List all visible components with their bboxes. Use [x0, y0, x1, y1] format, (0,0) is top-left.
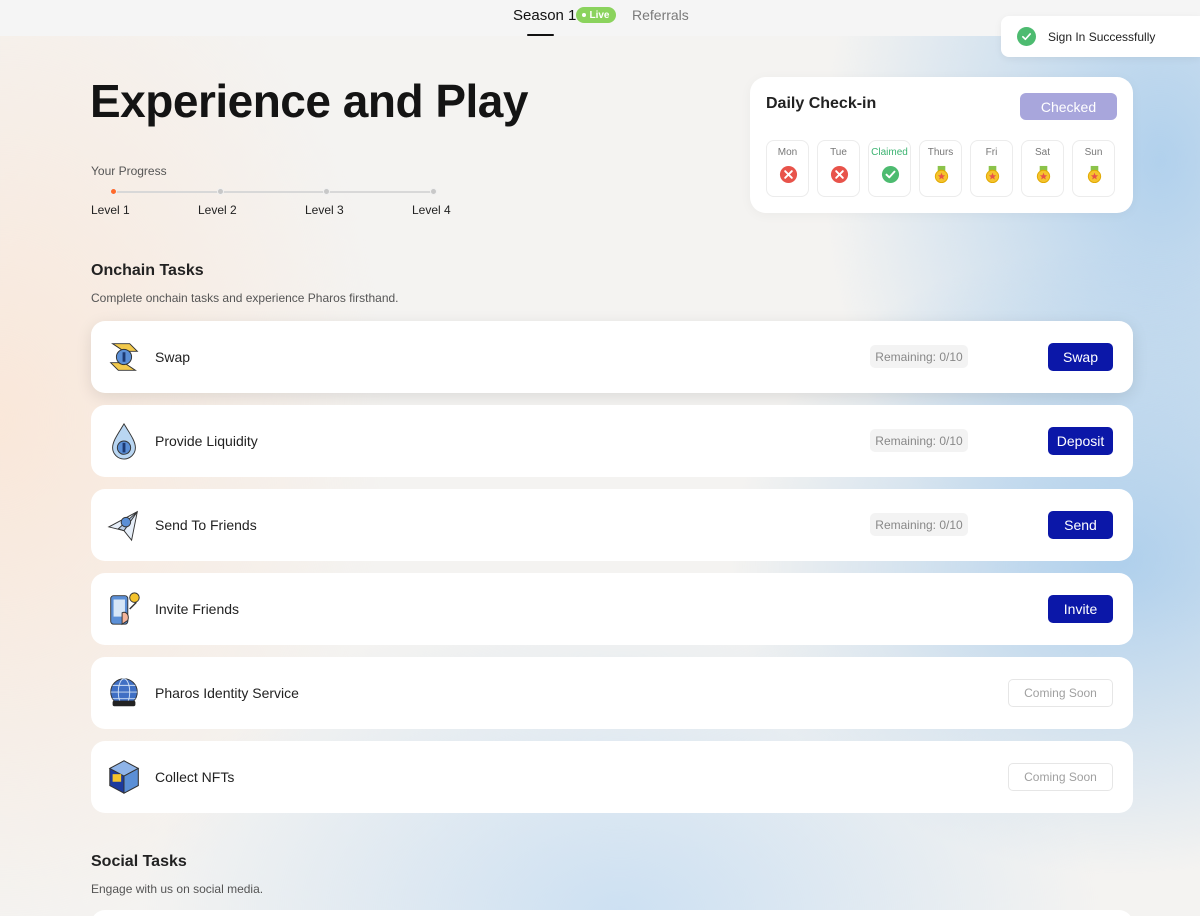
medal-icon — [1036, 165, 1051, 184]
live-badge-label: Live — [589, 9, 610, 21]
missed-x-icon — [779, 165, 798, 184]
onchain-tasks-title: Onchain Tasks — [91, 262, 204, 279]
progress-track — [113, 191, 434, 193]
day-label: Thurs — [927, 147, 954, 158]
missed-x-icon — [830, 165, 849, 184]
task-card-provide-liquidity: Provide Liquidity Remaining: 0/10 Deposi… — [91, 405, 1133, 477]
check-circle-icon — [1017, 27, 1036, 46]
task-remaining: Remaining: 0/10 — [870, 513, 968, 536]
task-card-swap: Swap Remaining: 0/10 Swap — [91, 321, 1133, 393]
toast-message: Sign In Successfully — [1048, 29, 1156, 44]
day-cell-tue: Tue — [817, 140, 860, 197]
social-tasks-subtitle: Engage with us on social media. — [91, 882, 264, 896]
tab-referrals[interactable]: Referrals — [632, 7, 689, 23]
coming-soon-button[interactable]: Coming Soon — [1008, 679, 1113, 707]
progress-dot-level-4 — [430, 188, 437, 195]
progress-label: Your Progress — [91, 164, 167, 178]
day-label: Claimed — [871, 147, 908, 158]
swap-icon — [109, 343, 139, 371]
task-card-collect-nfts: Collect NFTs Coming Soon — [91, 741, 1133, 813]
day-label: Tue — [830, 147, 847, 158]
day-cell-fri: Fri — [970, 140, 1013, 197]
page-title: Experience and Play — [90, 75, 528, 127]
coming-soon-button[interactable]: Coming Soon — [1008, 763, 1113, 791]
task-name: Pharos Identity Service — [155, 685, 299, 701]
onchain-tasks-subtitle: Complete onchain tasks and experience Ph… — [91, 291, 399, 305]
send-button[interactable]: Send — [1048, 511, 1113, 539]
task-name: Send To Friends — [155, 517, 257, 533]
medal-icon — [934, 165, 949, 184]
task-remaining: Remaining: 0/10 — [870, 429, 968, 452]
level-label: Level 1 — [91, 203, 130, 217]
task-name: Collect NFTs — [155, 769, 235, 785]
day-label: Mon — [777, 147, 798, 158]
task-card-pharos-identity-service: Pharos Identity Service Coming Soon — [91, 657, 1133, 729]
day-label: Fri — [985, 147, 998, 158]
active-tab-underline — [527, 34, 554, 36]
task-remaining: Remaining: 0/10 — [870, 345, 968, 368]
task-card-send-to-friends: Send To Friends Remaining: 0/10 Send — [91, 489, 1133, 561]
day-label: Sun — [1084, 147, 1103, 158]
day-cell-sun: Sun — [1072, 140, 1115, 197]
live-badge: Live — [576, 7, 616, 23]
live-dot-icon — [582, 13, 587, 17]
globe-identity-icon — [110, 678, 138, 707]
progress-dot-level-2 — [217, 188, 224, 195]
task-name: Provide Liquidity — [155, 433, 258, 449]
task-name: Invite Friends — [155, 601, 240, 617]
day-label: Sat — [1034, 147, 1050, 158]
checked-button[interactable]: Checked — [1020, 93, 1117, 120]
level-label: Level 3 — [305, 203, 344, 217]
level-label: Level 4 — [412, 203, 451, 217]
progress-dot-level-1 — [110, 188, 117, 195]
task-card-invite-friends: Invite Friends Invite — [91, 573, 1133, 645]
task-name: Swap — [155, 349, 191, 365]
day-cell-mon: Mon — [766, 140, 809, 197]
deposit-button[interactable]: Deposit — [1048, 427, 1113, 455]
claimed-check-icon — [881, 165, 900, 184]
liquidity-drop-icon — [112, 422, 136, 460]
medal-icon — [1087, 165, 1102, 184]
level-label: Level 2 — [198, 203, 237, 217]
checkin-title: Daily Check-in — [766, 95, 877, 112]
success-toast: Sign In Successfully — [1001, 16, 1200, 57]
tab-season-label: Season 1 — [513, 7, 577, 24]
daily-checkin-card: Daily Check-in Checked Mon Tue Claimed T… — [750, 77, 1133, 213]
day-cell-thurs: Thurs — [919, 140, 962, 197]
progress-dot-level-3 — [323, 188, 330, 195]
nft-cube-icon — [108, 760, 140, 794]
swap-button[interactable]: Swap — [1048, 343, 1113, 371]
social-tasks-title: Social Tasks — [91, 853, 187, 870]
medal-icon — [985, 165, 1000, 184]
invite-phone-icon — [110, 592, 140, 626]
invite-button[interactable]: Invite — [1048, 595, 1113, 623]
day-cell-sat: Sat — [1021, 140, 1064, 197]
social-task-card-partial — [91, 910, 1133, 916]
paper-plane-icon — [107, 510, 138, 542]
day-cell-wed: Claimed — [868, 140, 911, 197]
